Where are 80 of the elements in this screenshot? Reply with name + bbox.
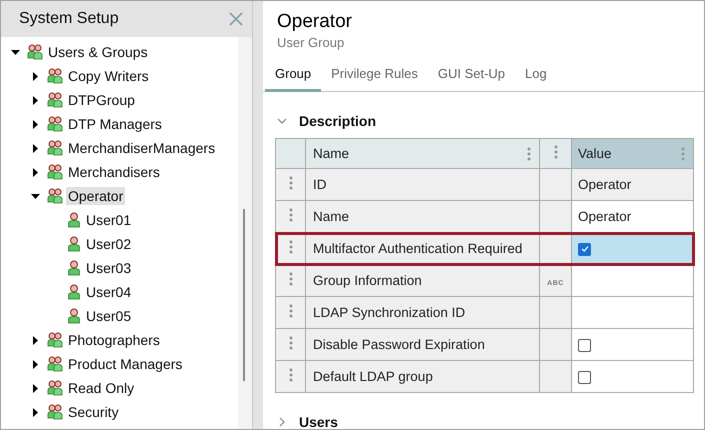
tree-item[interactable]: User04 bbox=[84, 283, 134, 301]
tree-item[interactable]: Users & Groups bbox=[46, 43, 150, 61]
tree-item[interactable]: DTP Managers bbox=[66, 115, 164, 133]
chevron-icon[interactable] bbox=[277, 116, 287, 126]
user-icon bbox=[67, 284, 81, 300]
tree-item[interactable]: User02 bbox=[84, 235, 134, 253]
drag-handle-icon[interactable] bbox=[288, 176, 292, 190]
column-header[interactable]: Name bbox=[306, 138, 540, 168]
table-cell: Group Information bbox=[306, 264, 540, 296]
user-group-icon bbox=[47, 68, 63, 84]
user-group-icon bbox=[47, 404, 63, 420]
expander-icon[interactable] bbox=[31, 384, 40, 392]
scrollbar-thumb[interactable] bbox=[243, 209, 245, 381]
checkbox[interactable] bbox=[578, 338, 591, 352]
user-group-icon bbox=[47, 116, 63, 132]
user-group-icon bbox=[47, 164, 63, 180]
tree-item[interactable]: DTPGroup bbox=[66, 91, 137, 109]
tree-item[interactable]: User03 bbox=[84, 259, 134, 277]
sidebar-title: System Setup bbox=[19, 10, 119, 28]
section-title[interactable]: Users bbox=[299, 414, 338, 429]
tab[interactable]: Group bbox=[265, 62, 322, 92]
user-icon bbox=[67, 308, 81, 324]
table-cell: Operator bbox=[578, 177, 632, 192]
column-menu-icon[interactable] bbox=[527, 146, 531, 160]
user-group-icon bbox=[27, 44, 43, 60]
section-title[interactable]: Description bbox=[299, 113, 376, 129]
expander-icon[interactable] bbox=[31, 144, 40, 152]
tab[interactable]: Log bbox=[515, 62, 557, 92]
user-group-icon bbox=[47, 140, 63, 156]
tree-item[interactable]: User01 bbox=[84, 211, 134, 229]
tree-item[interactable]: Product Managers bbox=[66, 355, 184, 373]
expander-icon[interactable] bbox=[31, 192, 40, 200]
expander-icon[interactable] bbox=[31, 360, 40, 368]
table-cell: Disable Password Expiration bbox=[306, 328, 540, 360]
table-cell: LDAP Synchronization ID bbox=[306, 296, 540, 328]
expander-icon[interactable] bbox=[11, 48, 20, 56]
drag-handle-icon[interactable] bbox=[288, 208, 292, 222]
tree-item[interactable]: Merchandisers bbox=[66, 163, 162, 181]
table-cell: Default LDAP group bbox=[306, 360, 540, 392]
column-header[interactable]: Value bbox=[572, 138, 694, 168]
checkbox[interactable] bbox=[578, 370, 591, 384]
user-group-icon bbox=[47, 332, 63, 348]
drag-handle-icon[interactable] bbox=[288, 240, 292, 254]
tree-item[interactable]: Operator bbox=[66, 187, 126, 205]
user-icon bbox=[67, 236, 81, 252]
drag-handle-icon[interactable] bbox=[288, 336, 292, 350]
chevron-icon[interactable] bbox=[277, 417, 287, 427]
expander-icon[interactable] bbox=[31, 168, 40, 176]
expander-icon[interactable] bbox=[31, 120, 40, 128]
tree-item[interactable]: User05 bbox=[84, 307, 134, 325]
close-icon[interactable] bbox=[229, 12, 243, 26]
user-icon bbox=[67, 260, 81, 276]
tree-item[interactable]: Security bbox=[66, 403, 121, 421]
column-menu-icon[interactable] bbox=[554, 145, 558, 159]
page-subtitle: User Group bbox=[276, 35, 346, 50]
user-group-icon bbox=[47, 380, 63, 396]
tree-item[interactable]: MerchandiserManagers bbox=[66, 139, 218, 157]
check-icon bbox=[580, 245, 588, 254]
page-title: Operator bbox=[276, 11, 353, 33]
tree-item[interactable]: Read Only bbox=[66, 379, 136, 397]
expander-icon[interactable] bbox=[31, 96, 40, 104]
drag-handle-icon[interactable] bbox=[288, 272, 292, 286]
expander-icon[interactable] bbox=[31, 72, 40, 80]
tab[interactable]: Privilege Rules bbox=[321, 62, 428, 92]
table-cell: ID bbox=[306, 168, 540, 200]
tab[interactable]: GUI Set-Up bbox=[428, 62, 516, 92]
table-cell: Name bbox=[306, 200, 540, 232]
checkbox[interactable] bbox=[578, 242, 591, 256]
drag-handle-icon[interactable] bbox=[288, 304, 292, 318]
expander-icon[interactable] bbox=[31, 336, 40, 344]
user-group-icon bbox=[47, 92, 63, 108]
tree-item[interactable]: Photographers bbox=[66, 331, 162, 349]
user-group-icon bbox=[47, 356, 63, 372]
user-icon bbox=[67, 212, 81, 228]
drag-handle-icon[interactable] bbox=[288, 368, 292, 382]
expander-icon[interactable] bbox=[31, 408, 40, 416]
table-cell: Multifactor Authentication Required bbox=[306, 232, 540, 264]
table-cell: Operator bbox=[578, 209, 632, 224]
user-group-icon bbox=[47, 188, 63, 204]
tree-item[interactable]: Copy Writers bbox=[66, 67, 151, 85]
